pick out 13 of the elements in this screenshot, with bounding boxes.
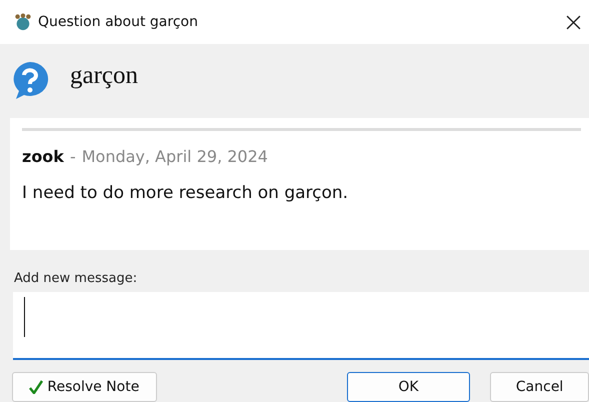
header-word: garçon bbox=[70, 62, 138, 90]
message-input[interactable] bbox=[13, 292, 589, 360]
field-label: Add new message: bbox=[14, 271, 138, 286]
checkmark-icon bbox=[29, 380, 44, 394]
resolve-button[interactable]: Resolve Note bbox=[12, 372, 157, 402]
window-title: Question about garçon bbox=[38, 14, 199, 30]
separator-dash: - bbox=[70, 147, 76, 166]
message-date: Monday, April 29, 2024 bbox=[82, 147, 268, 166]
message-author: zook bbox=[22, 147, 64, 166]
message-text: I need to do more research on garçon. bbox=[22, 183, 350, 203]
ok-button[interactable]: OK bbox=[346, 372, 470, 402]
cancel-button[interactable]: Cancel bbox=[490, 372, 589, 402]
close-icon[interactable] bbox=[566, 14, 581, 30]
